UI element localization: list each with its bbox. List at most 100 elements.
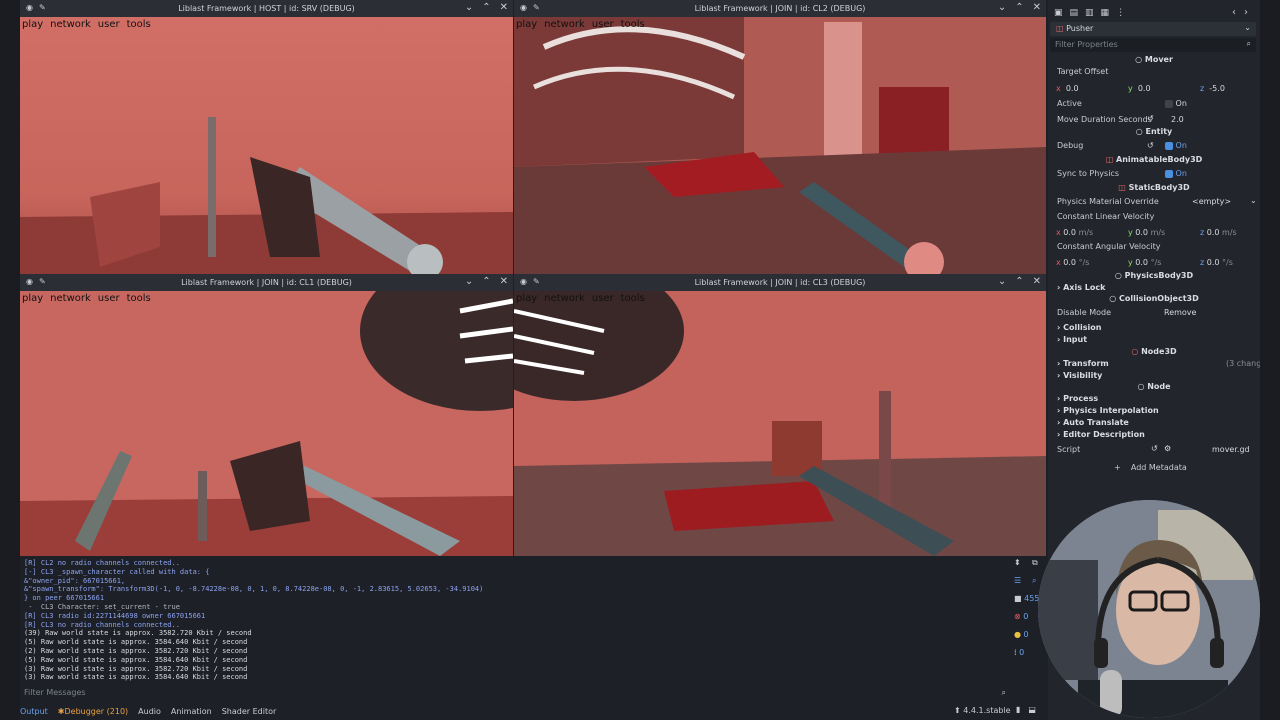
pin-panel-icon[interactable]: ▮ <box>1016 705 1020 714</box>
group-physics-interpolation[interactable]: › Physics Interpolation <box>1057 406 1159 415</box>
expand-panel-icon[interactable]: ⬓ <box>1028 705 1036 714</box>
close-icon[interactable]: ✕ <box>500 2 508 13</box>
tab-output[interactable]: Output <box>20 707 48 716</box>
menu-tools[interactable]: tools <box>127 19 151 30</box>
duplicate-icon[interactable]: ▦ <box>1101 8 1110 18</box>
menu-play[interactable]: play <box>516 19 537 30</box>
menu-play[interactable]: play <box>516 293 537 304</box>
target-offset-y[interactable]: y 0.0 <box>1128 84 1192 93</box>
maximize-icon[interactable]: ⌃ <box>482 2 490 13</box>
close-icon[interactable]: ✕ <box>500 276 508 287</box>
save-icon[interactable]: ▥ <box>1085 8 1094 18</box>
group-input[interactable]: › Input <box>1057 335 1087 344</box>
lin-vel-y[interactable]: y 0.0 m/s <box>1128 228 1165 237</box>
maximize-icon[interactable]: ⌃ <box>1015 276 1023 287</box>
error-filter[interactable]: ⊗ 0 <box>1014 612 1028 621</box>
menu-user[interactable]: user <box>592 293 614 304</box>
menu-network[interactable]: network <box>50 293 91 304</box>
menu-network[interactable]: network <box>544 19 585 30</box>
filter-properties-input[interactable]: Filter Properties ⌕ <box>1050 38 1256 52</box>
sync-checkbox[interactable]: On <box>1165 169 1187 178</box>
group-axis-lock[interactable]: › Axis Lock <box>1057 283 1105 292</box>
minimize-icon[interactable]: ⌄ <box>998 276 1006 287</box>
menu-network[interactable]: network <box>50 19 91 30</box>
physics-material-value[interactable]: <empty> <box>1192 197 1231 206</box>
info-filter[interactable]: ⁞ 0 <box>1014 648 1024 657</box>
window-titlebar[interactable]: ◉ ✎ Liblast Framework | JOIN | id: CL1 (D… <box>20 274 513 291</box>
pin-icon[interactable]: ✎ <box>533 277 540 286</box>
target-offset-z[interactable]: z -5.0 <box>1200 84 1256 93</box>
lin-vel-x[interactable]: x 0.0 m/s <box>1056 228 1093 237</box>
menu-tools[interactable]: tools <box>621 293 645 304</box>
move-duration-value[interactable]: 2.0 <box>1171 115 1184 124</box>
script-value[interactable]: mover.gd <box>1212 445 1250 454</box>
game-viewport[interactable] <box>514 17 1046 274</box>
disable-mode-value[interactable]: Remove <box>1164 308 1196 317</box>
tab-debugger[interactable]: ✱Debugger (210) <box>58 707 128 716</box>
minimize-icon[interactable]: ⌄ <box>998 2 1006 13</box>
pin-icon[interactable]: ✎ <box>39 3 46 12</box>
lin-vel-z[interactable]: z 0.0 m/s <box>1200 228 1237 237</box>
output-console[interactable]: [R] CL2 no radio channels connected.. [-]… <box>20 556 1008 688</box>
menu-tools[interactable]: tools <box>621 19 645 30</box>
open-folder-icon[interactable]: ▤ <box>1070 8 1079 18</box>
game-window-cl2[interactable]: ◉ ✎ Liblast Framework | JOIN | id: CL2 (D… <box>514 0 1046 274</box>
menu-play[interactable]: play <box>22 19 43 30</box>
reset-icon[interactable]: ↺ <box>1147 141 1154 150</box>
back-icon[interactable]: ‹ <box>1232 7 1236 18</box>
group-editor-description[interactable]: › Editor Description <box>1057 430 1145 439</box>
menu-play[interactable]: play <box>22 293 43 304</box>
game-window-cl3[interactable]: ◉ ✎ Liblast Framework | JOIN | id: CL3 (D… <box>514 274 1046 556</box>
minimize-icon[interactable]: ⌄ <box>465 276 473 287</box>
clear-output-icon[interactable]: ⬍ <box>1014 558 1021 567</box>
menu-network[interactable]: network <box>544 293 585 304</box>
node-selector[interactable]: ◫ Pusher ⌄ <box>1050 22 1256 36</box>
target-offset-x[interactable]: x 0.0 <box>1056 84 1120 93</box>
pin-icon[interactable]: ✎ <box>533 3 540 12</box>
menu-user[interactable]: user <box>98 293 120 304</box>
collapse-icon[interactable]: ☰ <box>1014 576 1021 585</box>
game-viewport[interactable] <box>20 291 513 556</box>
game-window-srv[interactable]: ◉ ✎ Liblast Framework | HOST | id: SRV (D… <box>20 0 513 274</box>
game-viewport[interactable] <box>20 17 513 274</box>
reset-icon[interactable]: ↺ <box>1147 114 1154 123</box>
chevron-down-icon[interactable]: ⌄ <box>1250 196 1257 205</box>
maximize-icon[interactable]: ⌃ <box>1015 2 1023 13</box>
minimize-icon[interactable]: ⌄ <box>465 2 473 13</box>
debug-checkbox[interactable]: On <box>1165 141 1187 150</box>
group-transform[interactable]: › Transform <box>1057 359 1109 368</box>
ang-vel-z[interactable]: z 0.0 °/s <box>1200 258 1233 267</box>
tab-shader-editor[interactable]: Shader Editor <box>222 707 277 716</box>
pin-icon[interactable]: ✎ <box>39 277 46 286</box>
tab-animation[interactable]: Animation <box>171 707 212 716</box>
group-visibility[interactable]: › Visibility <box>1057 371 1102 380</box>
copy-icon[interactable]: ⧉ <box>1032 558 1038 568</box>
ang-vel-x[interactable]: x 0.0 °/s <box>1056 258 1089 267</box>
active-checkbox[interactable]: On <box>1165 99 1187 108</box>
window-titlebar[interactable]: ◉ ✎ Liblast Framework | HOST | id: SRV (D… <box>20 0 513 17</box>
maximize-icon[interactable]: ⌃ <box>482 276 490 287</box>
reset-icon[interactable]: ↺ <box>1151 444 1158 453</box>
message-filter[interactable]: ■ 455 <box>1014 594 1039 603</box>
group-collision[interactable]: › Collision <box>1057 323 1101 332</box>
window-titlebar[interactable]: ◉ ✎ Liblast Framework | JOIN | id: CL2 (D… <box>514 0 1046 17</box>
game-viewport[interactable] <box>514 291 1046 556</box>
game-window-cl1[interactable]: ◉ ✎ Liblast Framework | JOIN | id: CL1 (D… <box>20 274 513 556</box>
search-icon[interactable]: ⌕ <box>1032 576 1036 586</box>
close-icon[interactable]: ✕ <box>1033 2 1041 13</box>
tab-audio[interactable]: Audio <box>138 707 161 716</box>
menu-user[interactable]: user <box>592 19 614 30</box>
window-titlebar[interactable]: ◉ ✎ Liblast Framework | JOIN | id: CL3 (D… <box>514 274 1046 291</box>
menu-user[interactable]: user <box>98 19 120 30</box>
add-metadata-button[interactable]: + Add Metadata <box>1114 463 1187 472</box>
gear-icon[interactable]: ⚙ <box>1164 444 1171 453</box>
close-icon[interactable]: ✕ <box>1033 276 1041 287</box>
more-menu-icon[interactable]: ⋮ <box>1116 8 1125 18</box>
menu-tools[interactable]: tools <box>127 293 151 304</box>
warning-filter[interactable]: ● 0 <box>1014 630 1029 639</box>
new-resource-icon[interactable]: ▣ <box>1054 8 1063 18</box>
ang-vel-y[interactable]: y 0.0 °/s <box>1128 258 1161 267</box>
group-process[interactable]: › Process <box>1057 394 1098 403</box>
filter-messages-input[interactable]: Filter Messages ⌕ <box>20 688 1008 700</box>
forward-icon[interactable]: › <box>1244 7 1248 18</box>
